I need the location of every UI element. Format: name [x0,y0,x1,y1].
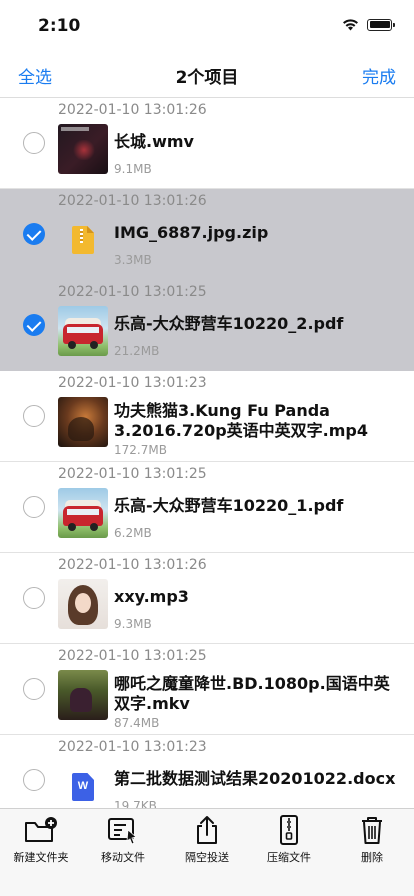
new-folder-button[interactable]: 新建文件夹 [6,815,76,865]
file-date: 2022-01-10 13:01:25 [58,466,207,482]
file-name: 乐高-大众野营车10220_1.pdf [114,496,344,515]
status-bar: 2:10 [0,0,414,48]
select-checkbox-checked[interactable] [23,223,45,245]
file-name: IMG_6887.jpg.zip [114,223,269,242]
video-thumbnail [58,397,108,447]
file-name: 乐高-大众野营车10220_2.pdf [114,314,344,333]
pdf-thumbnail [58,488,108,538]
new-folder-icon [25,817,57,842]
file-row[interactable]: 2022-01-10 13:01:25 乐高-大众野营车10220_2.pdf … [0,280,414,371]
compress-label: 压缩文件 [267,851,311,864]
airdrop-button[interactable]: 隔空投送 [172,815,242,865]
move-file-button[interactable]: 移动文件 [88,815,158,865]
status-icons [342,18,395,31]
zip-file-icon [280,815,298,845]
file-size: 6.2MB [114,526,152,540]
video-thumbnail [58,670,108,720]
file-size: 87.4MB [114,716,160,730]
file-name: 第二批数据测试结果20201022.docx [114,769,396,788]
trash-icon [362,817,382,844]
file-size: 9.3MB [114,617,152,631]
docx-icon: W [58,761,108,808]
battery-icon [367,18,395,31]
file-row[interactable]: 2022-01-10 13:01:26 IMG_6887.jpg.zip 3.3… [0,189,414,280]
file-date: 2022-01-10 13:01:26 [58,102,207,118]
airdrop-label: 隔空投送 [185,851,229,864]
wifi-icon [343,19,358,31]
file-size: 19.7KB [114,799,157,808]
file-size: 3.3MB [114,253,152,267]
file-row[interactable]: 2022-01-10 13:01:23 功夫熊猫3.Kung Fu Panda … [0,371,414,462]
nav-title: 2个项目 [175,68,239,88]
move-file-icon [108,818,137,845]
file-row[interactable]: 2022-01-10 13:01:26 长城.wmv 9.1MB [0,98,414,189]
file-row[interactable]: 2022-01-10 13:01:25 哪吒之魔童降世.BD.1080p.国语中… [0,644,414,735]
delete-button[interactable]: 删除 [337,815,407,865]
file-row[interactable]: 2022-01-10 13:01:25 乐高-大众野营车10220_1.pdf … [0,462,414,553]
file-date: 2022-01-10 13:01:25 [58,284,207,300]
compress-button[interactable]: 压缩文件 [254,815,324,865]
file-name: 长城.wmv [114,132,194,151]
new-folder-label: 新建文件夹 [13,851,69,864]
file-name: xxy.mp3 [114,587,189,606]
file-date: 2022-01-10 13:01:26 [58,193,207,209]
file-size: 9.1MB [114,162,152,176]
select-checkbox[interactable] [23,587,45,609]
zip-icon [58,215,108,265]
video-thumbnail [58,124,108,174]
select-checkbox[interactable] [23,678,45,700]
file-name: 功夫熊猫3.Kung Fu Panda 3.2016.720p英语中英双字.mp… [114,401,369,440]
select-all-button[interactable]: 全选 [18,63,52,88]
bottom-toolbar: 新建文件夹 移动文件 隔空投送 压缩文件 删除 [0,808,414,896]
status-time: 2:10 [38,16,81,36]
file-date: 2022-01-10 13:01:23 [58,375,207,391]
file-size: 172.7MB [114,443,167,457]
file-date: 2022-01-10 13:01:23 [58,739,207,755]
file-date: 2022-01-10 13:01:26 [58,557,207,573]
done-button[interactable]: 完成 [362,63,396,88]
select-checkbox-checked[interactable] [23,314,45,336]
pdf-thumbnail [58,306,108,356]
file-row[interactable]: 2022-01-10 13:01:26 xxy.mp3 9.3MB [0,553,414,644]
album-art [58,579,108,629]
file-size: 21.2MB [114,344,160,358]
select-checkbox[interactable] [23,769,45,791]
nav-bar: 2个项目 全选 完成 [0,48,414,98]
select-checkbox[interactable] [23,496,45,518]
file-list[interactable]: 2022-01-10 13:01:26 长城.wmv 9.1MB 2022-01… [0,98,414,808]
file-name: 哪吒之魔童降世.BD.1080p.国语中英双字.mkv [114,674,390,713]
move-file-label: 移动文件 [101,851,145,864]
select-checkbox[interactable] [23,405,45,427]
file-date: 2022-01-10 13:01:25 [58,648,207,664]
file-row[interactable]: 2022-01-10 13:01:23 W 第二批数据测试结果20201022.… [0,735,414,808]
share-icon [197,816,217,844]
delete-label: 删除 [361,851,383,864]
select-checkbox[interactable] [23,132,45,154]
